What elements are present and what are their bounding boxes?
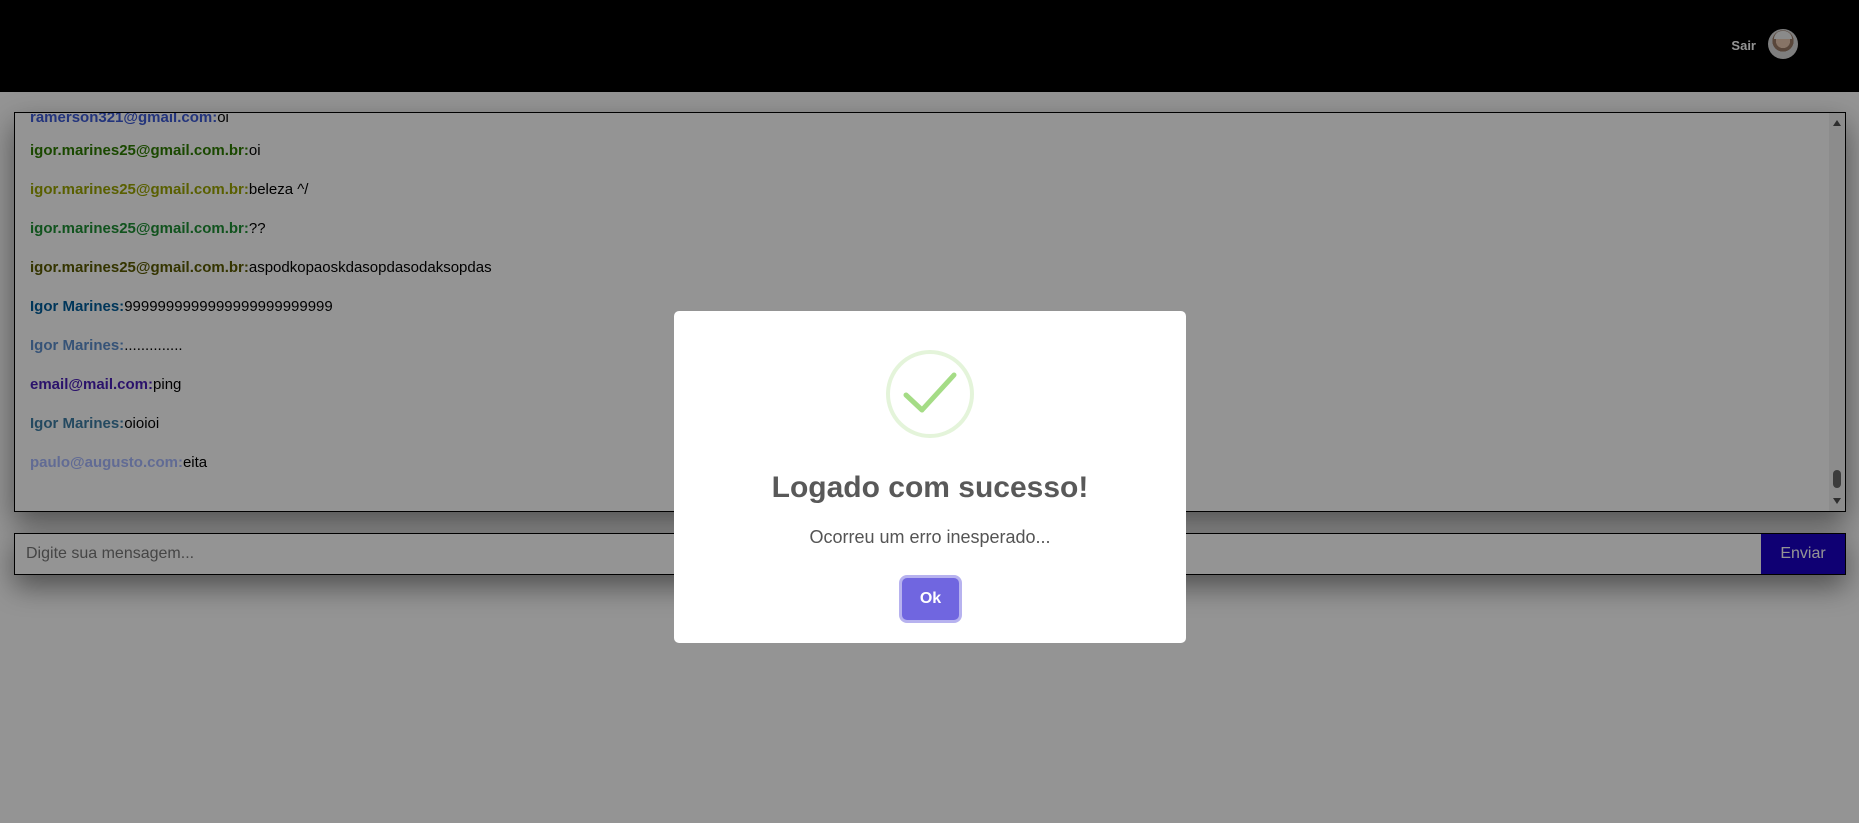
success-check-icon [886, 350, 974, 438]
success-dialog: Logado com sucesso! Ocorreu um erro ines… [674, 311, 1186, 643]
ok-button[interactable]: Ok [902, 578, 959, 620]
dialog-message: Ocorreu um erro inesperado... [809, 527, 1051, 547]
dialog-title: Logado com sucesso! [771, 471, 1089, 504]
modal-backdrop: Logado com sucesso! Ocorreu um erro ines… [0, 0, 1859, 823]
